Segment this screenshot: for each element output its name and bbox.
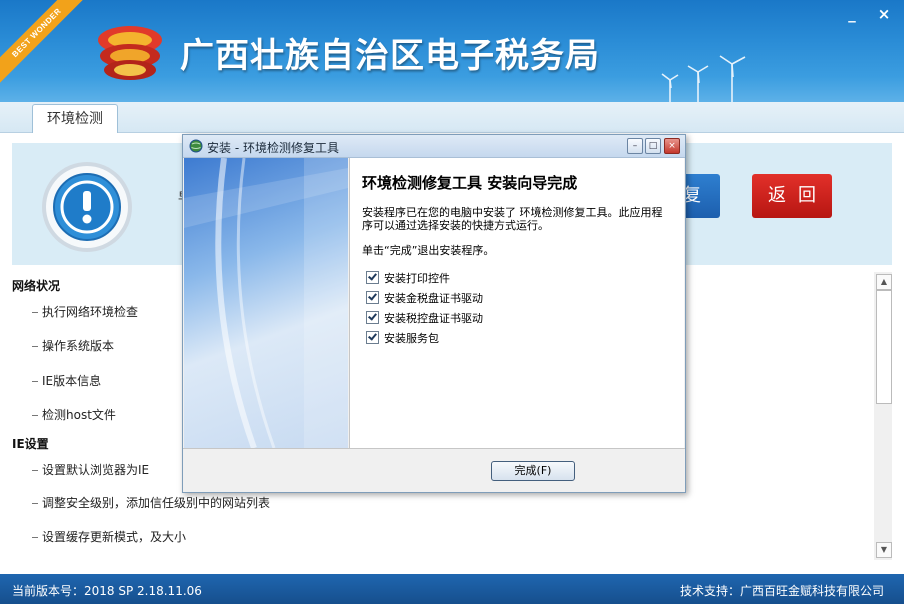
vertical-scrollbar[interactable]: ▲ ▼ (874, 272, 892, 560)
section-network-title: 网络状况 (12, 279, 61, 293)
minimize-button[interactable]: _ (840, 4, 864, 24)
wizard-heading: 环境检测修复工具 安装向导完成 (362, 174, 578, 192)
dialog-titlebar[interactable]: 安装 - 环境检测修复工具 – □ × (183, 135, 685, 158)
bullet-dash (32, 415, 38, 416)
bullet-dash (32, 537, 38, 538)
checkbox-checked-icon[interactable] (366, 271, 379, 284)
bullet-dash (32, 346, 38, 347)
dialog-close-button[interactable]: × (664, 138, 680, 154)
checkbox-checked-icon[interactable] (366, 331, 379, 344)
item-label: 操作系统版本 (42, 339, 115, 353)
item-label: IE版本信息 (42, 374, 102, 388)
scroll-down-arrow-icon[interactable]: ▼ (876, 542, 892, 558)
wind-turbines-decoration (661, 55, 746, 102)
tab-strip (0, 102, 904, 133)
close-button[interactable]: × (872, 4, 896, 24)
dialog-minimize-button[interactable]: – (627, 138, 643, 154)
bullet-dash (32, 503, 38, 504)
item-label: 设置默认浏览器为IE (42, 463, 150, 477)
wizard-content: 环境检测修复工具 安装向导完成 安装程序已在您的电脑中安装了 环境检测修复工具。… (349, 158, 684, 448)
list-item: 执行网络环境检查 (32, 303, 138, 320)
checkbox-checked-icon[interactable] (366, 291, 379, 304)
item-label: 检测host文件 (42, 408, 116, 422)
option-label: 安装金税盘证书驱动 (384, 292, 483, 305)
wizard-description: 安装程序已在您的电脑中安装了 环境检测修复工具。此应用程序可以通过选择安装的快捷… (362, 206, 663, 232)
ribbon-text: BEST WONDER (0, 0, 90, 86)
wizard-side-banner (184, 157, 348, 450)
dialog-maximize-button[interactable]: □ (645, 138, 661, 154)
best-wonder-ribbon: BEST WONDER (0, 0, 90, 90)
list-item: 设置默认浏览器为IE (32, 461, 149, 478)
list-item: IE版本信息 (32, 372, 101, 389)
alert-icon (42, 162, 132, 252)
bullet-dash (32, 470, 38, 471)
item-label: 设置缓存更新模式，及大小 (42, 530, 187, 544)
wizard-hint: 单击“完成”退出安装程序。 (362, 244, 495, 257)
version-text: 当前版本号：2018 SP 2.18.11.06 (12, 584, 202, 598)
checkbox-checked-icon[interactable] (366, 311, 379, 324)
app-header: BEST WONDER 广西壮族自治区电子税务局 _ × (0, 0, 904, 102)
list-item: 检测host文件 (32, 406, 116, 423)
option-golden-tax-driver[interactable]: 安装金税盘证书驱动 (366, 290, 483, 306)
dialog-divider (183, 448, 685, 449)
status-bar: 当前版本号：2018 SP 2.18.11.06 技术支持：广西百旺金赋科技有限… (0, 574, 904, 604)
option-label: 安装服务包 (384, 332, 439, 345)
finish-button[interactable]: 完成(F) (491, 461, 575, 481)
section-ie-title: IE设置 (12, 437, 49, 451)
bullet-dash (32, 381, 38, 382)
back-button[interactable]: 返回 (752, 174, 832, 218)
option-label: 安装税控盘证书驱动 (384, 312, 483, 325)
bullet-dash (32, 312, 38, 313)
option-print-control[interactable]: 安装打印控件 (366, 270, 450, 286)
installer-dialog: 安装 - 环境检测修复工具 – □ × 环境检测修复工具 安装向导完成 安装程序… (182, 134, 686, 493)
support-text: 技术支持：广西百旺金赋科技有限公司 (679, 584, 884, 598)
option-label: 安装打印控件 (384, 272, 450, 285)
dialog-title: 安装 - 环境检测修复工具 (207, 141, 339, 155)
wizard-banner-graphic (184, 157, 348, 450)
item-label: 调整安全级别，添加信任级别中的网站列表 (42, 496, 271, 510)
installer-globe-icon (189, 139, 203, 153)
tab-environment-check[interactable]: 环境检测 (32, 104, 118, 133)
list-item: 设置缓存更新模式，及大小 (32, 528, 186, 545)
item-label: 执行网络环境检查 (42, 305, 139, 319)
scroll-thumb[interactable] (876, 290, 892, 404)
list-item: 调整安全级别，添加信任级别中的网站列表 (32, 494, 270, 511)
tax-bureau-logo (98, 26, 162, 80)
option-tax-control-driver[interactable]: 安装税控盘证书驱动 (366, 310, 483, 326)
scroll-up-arrow-icon[interactable]: ▲ (876, 274, 892, 290)
list-item: 操作系统版本 (32, 337, 114, 354)
option-service-pack[interactable]: 安装服务包 (366, 330, 439, 346)
app-title: 广西壮族自治区电子税务局 (180, 37, 600, 75)
